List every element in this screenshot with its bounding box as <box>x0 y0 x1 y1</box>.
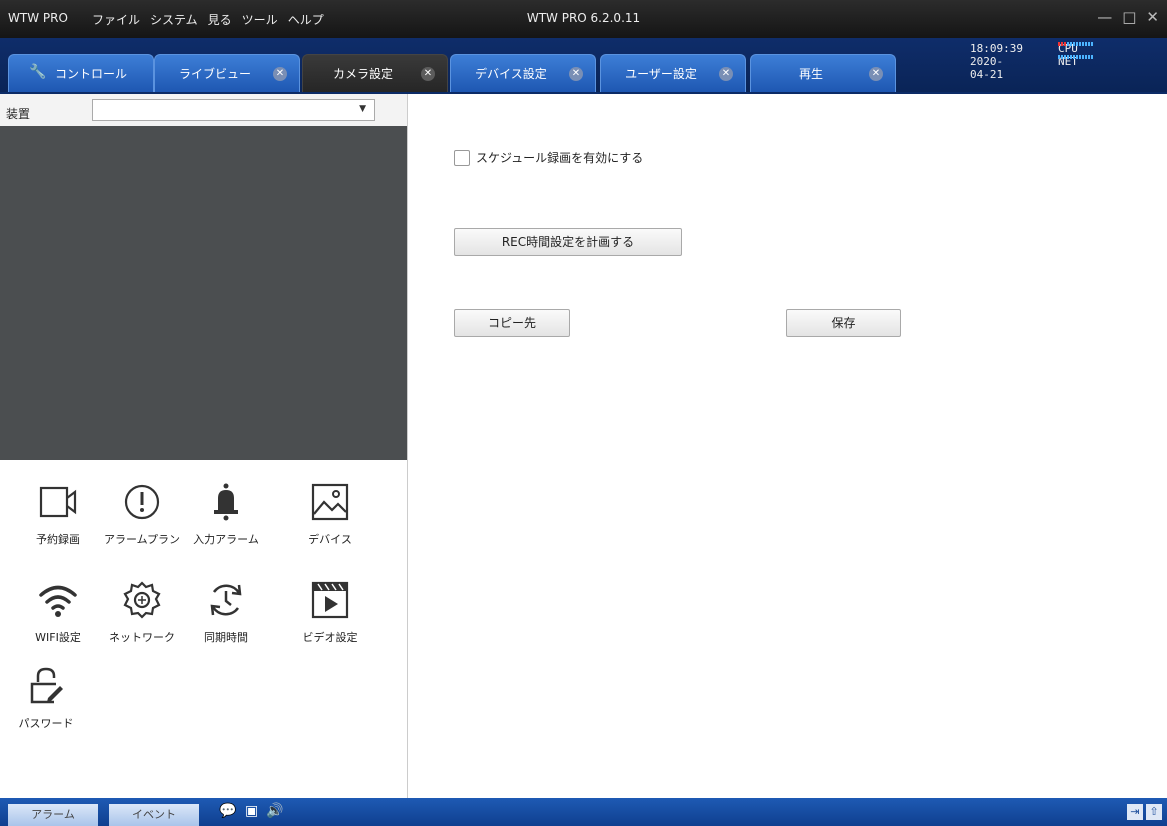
tab-camera-settings-label: カメラ設定 <box>332 67 393 81</box>
menu-label: ネットワーク <box>109 631 175 644</box>
sync-clock-icon <box>210 584 242 616</box>
tab-close-icon[interactable]: ✕ <box>421 67 435 81</box>
alarm-tab[interactable]: アラーム <box>8 804 98 826</box>
tab-close-icon[interactable]: ✕ <box>869 67 883 81</box>
tab-liveview-label: ライブビュー <box>178 67 251 81</box>
message-icon[interactable]: 💬 <box>219 803 236 819</box>
picture-icon[interactable]: ▣ <box>245 803 258 819</box>
video-clapper-icon <box>311 581 349 619</box>
schedule-recording-label: スケジュール録画を有効にする <box>476 151 644 165</box>
tab-user-settings-label: ユーザー設定 <box>625 67 697 81</box>
menu-label: 予約録画 <box>36 533 80 546</box>
tab-playback[interactable]: 再生 ✕ <box>750 54 896 92</box>
rec-schedule-button[interactable]: REC時間設定を計画する <box>454 228 682 256</box>
clock-date: 2020-04-21 <box>970 55 1004 81</box>
unlock-edit-icon <box>30 667 63 704</box>
schedule-recording-option[interactable]: スケジュール録画を有効にする <box>454 149 643 166</box>
image-icon <box>311 483 349 521</box>
bottom-bar: アラーム イベント 💬 ▣ 🔊 ⇥ ⇧ <box>0 798 1167 826</box>
maximize-icon[interactable]: □ <box>1122 8 1136 26</box>
window-controls: — □ ✕ <box>1097 8 1159 26</box>
menu-input-alarm[interactable]: 入力アラーム <box>186 482 266 547</box>
tab-user-settings[interactable]: ユーザー設定 ✕ <box>600 54 746 92</box>
dock-icon[interactable]: ⇥ <box>1127 804 1143 820</box>
menu-password[interactable]: パスワード <box>4 666 88 731</box>
menu-label: ビデオ設定 <box>302 631 358 644</box>
tab-camera-settings[interactable]: カメラ設定 ✕ <box>302 54 448 92</box>
wifi-icon <box>39 585 77 617</box>
tab-liveview[interactable]: ライブビュー ✕ <box>154 54 300 92</box>
camera-settings-panel: スケジュール録画を有効にする REC時間設定を計画する コピー先 保存 <box>408 94 1167 798</box>
menu-video-settings[interactable]: ビデオ設定 <box>290 580 370 645</box>
exclamation-circle-icon <box>124 484 160 520</box>
tab-playback-label: 再生 <box>798 67 823 81</box>
menu-label: パスワード <box>18 717 74 730</box>
tab-close-icon[interactable]: ✕ <box>569 67 583 81</box>
bell-icon <box>214 483 238 521</box>
menu-network[interactable]: ネットワーク <box>102 580 182 645</box>
menu-alarm-plan[interactable]: アラームプラン <box>102 482 182 547</box>
left-panel: 装置 ▼ 予約録画 アラームプラン 入力アラーム デバイス WIFI設定 ネット… <box>0 94 408 798</box>
gear-icon <box>123 581 161 619</box>
menu-wifi-settings[interactable]: WIFI設定 <box>18 580 98 645</box>
menu-label: アラームプラン <box>103 533 180 546</box>
window-title: WTW PRO 6.2.0.11 <box>526 11 641 25</box>
device-row: 装置 ▼ <box>0 94 407 127</box>
cpu-meter <box>1058 42 1094 46</box>
video-camera-icon <box>39 486 77 518</box>
net-meter <box>1058 55 1094 59</box>
minimize-icon[interactable]: — <box>1097 8 1112 26</box>
device-label: 装置 <box>6 107 31 121</box>
device-select[interactable]: ▼ <box>92 99 375 121</box>
tab-device-settings-label: デバイス設定 <box>475 67 547 81</box>
device-preview <box>0 126 407 460</box>
tab-close-icon[interactable]: ✕ <box>273 67 287 81</box>
menu-scheduled-recording[interactable]: 予約録画 <box>18 482 98 547</box>
tab-device-settings[interactable]: デバイス設定 ✕ <box>450 54 596 92</box>
copy-to-button[interactable]: コピー先 <box>454 309 570 337</box>
tab-control-label: コントロール <box>54 67 127 81</box>
tab-close-icon[interactable]: ✕ <box>719 67 733 81</box>
speaker-icon[interactable]: 🔊 <box>266 803 283 819</box>
expand-icon[interactable]: ⇧ <box>1146 804 1162 820</box>
menu-device[interactable]: デバイス <box>290 482 370 547</box>
menu-label: 入力アラーム <box>193 533 259 546</box>
event-tab[interactable]: イベント <box>109 804 199 826</box>
tab-control[interactable]: 🔧 コントロール <box>8 54 154 92</box>
dropdown-arrow-icon: ▼ <box>359 104 366 114</box>
menu-label: WIFI設定 <box>35 631 81 644</box>
save-button[interactable]: 保存 <box>786 309 901 337</box>
menu-label: 同期時間 <box>204 631 248 644</box>
title-bar: WTW PRO ファイル システム 見る ツール ヘルプ WTW PRO 6.2… <box>0 0 1167 38</box>
schedule-recording-checkbox[interactable] <box>454 149 470 166</box>
menu-sync-time[interactable]: 同期時間 <box>186 580 266 645</box>
close-window-icon[interactable]: ✕ <box>1146 8 1159 26</box>
tab-bar: 🔧 コントロール ライブビュー ✕ カメラ設定 ✕ デバイス設定 ✕ ユーザー設… <box>0 38 1167 94</box>
clock-time: 18:09:39 <box>970 42 1023 55</box>
menu-label: デバイス <box>308 533 352 546</box>
